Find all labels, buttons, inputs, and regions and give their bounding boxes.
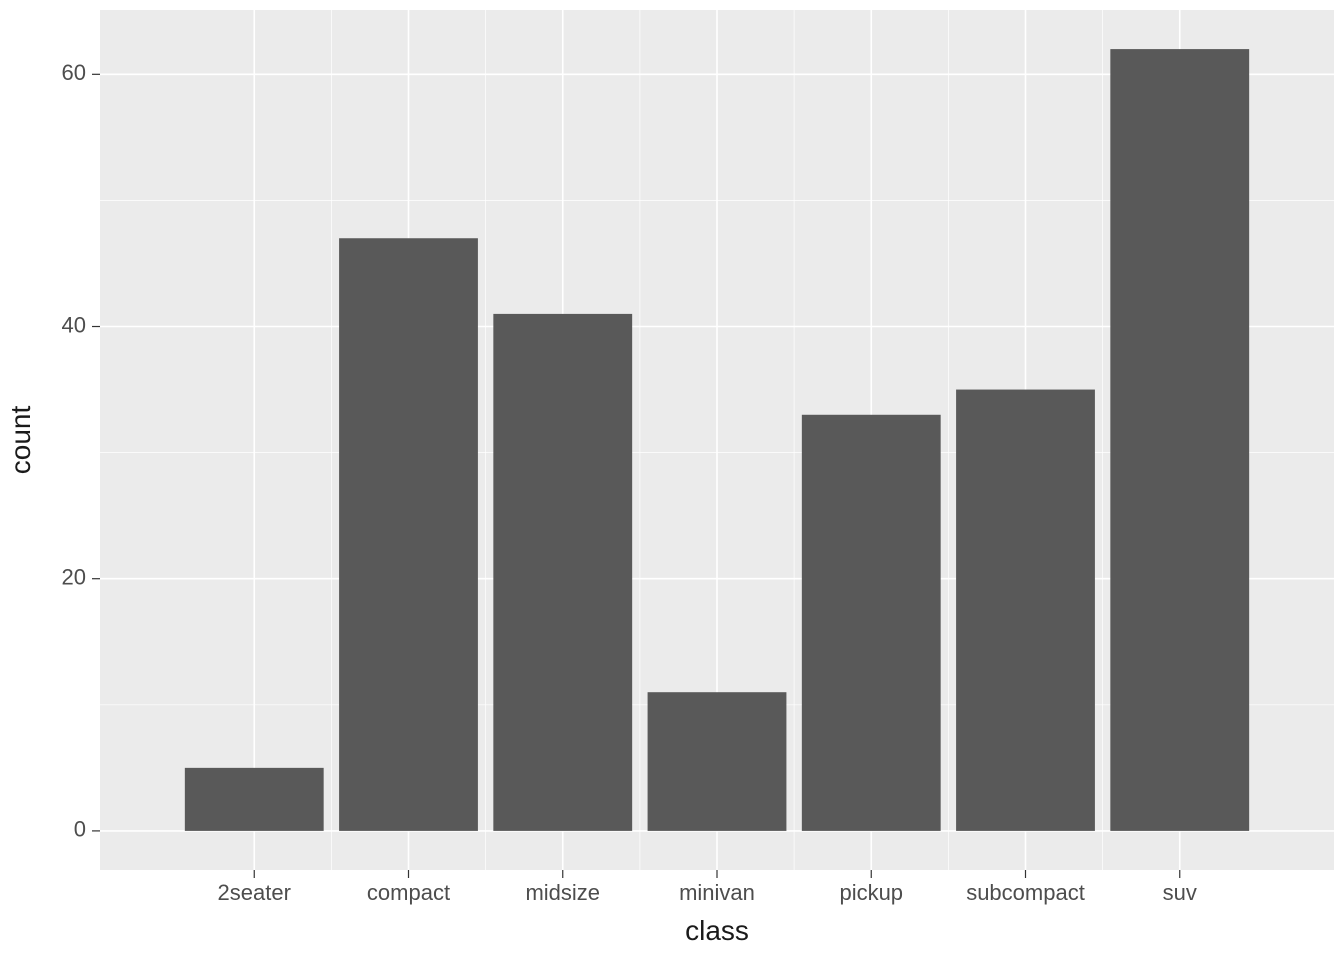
y-tick-label: 0 [74,817,86,842]
x-tick-label: minivan [679,880,755,905]
bar-compact [339,238,478,831]
y-axis-title: count [5,406,36,475]
bar-suv [1110,49,1249,831]
x-tick-label: suv [1163,880,1197,905]
x-tick-label: midsize [525,880,600,905]
bar-subcompact [956,390,1095,831]
bar-2seater [185,768,324,831]
bar-chart: 0 20 40 60 2seater compact midsize minivan picku… [0,0,1344,960]
y-tick-label: 60 [62,60,86,85]
x-tick-label: 2seater [218,880,291,905]
y-tick-label: 40 [62,312,86,337]
x-tick-label: compact [367,880,450,905]
y-tick-label: 20 [62,565,86,590]
bar-midsize [493,314,632,831]
bar-minivan [648,692,787,831]
x-tick-label: pickup [839,880,903,905]
chart-container: 0 20 40 60 2seater compact midsize minivan picku… [0,0,1344,960]
x-axis-title: class [685,915,749,946]
bar-pickup [802,415,941,831]
x-tick-label: subcompact [966,880,1085,905]
